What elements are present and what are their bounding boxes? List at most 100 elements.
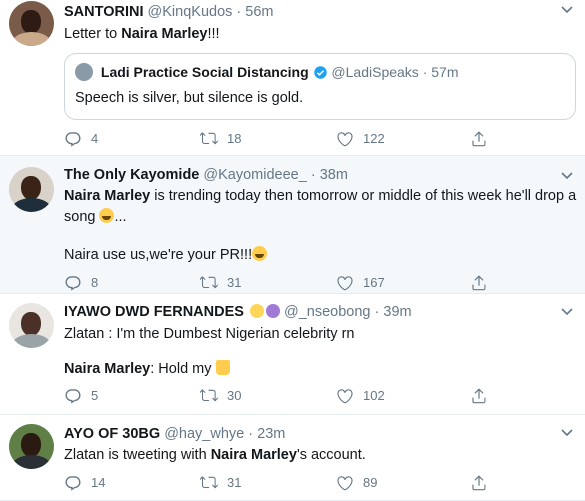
like-button[interactable]: 89: [336, 474, 377, 492]
retweet-count: 31: [227, 275, 242, 290]
like-icon: [336, 387, 354, 405]
tweet-text: Naira Marley is trending today then tomo…: [64, 186, 585, 266]
separator-dot: ·: [236, 4, 242, 20]
like-button[interactable]: 102: [336, 387, 385, 405]
highlighted-term: Naira Marley: [64, 361, 151, 377]
timestamp[interactable]: 39m: [383, 304, 411, 320]
quoted-timestamp: 57m: [431, 64, 459, 80]
retweet-icon: [200, 387, 218, 405]
verified-icon: [313, 66, 327, 79]
avatar[interactable]: [9, 1, 54, 46]
retweet-button[interactable]: 18: [200, 130, 241, 148]
like-count: 102: [363, 388, 385, 403]
tweet-text-segment: Zlatan : I'm the Dumbest Nigerian celebr…: [64, 326, 355, 342]
highlighted-term: Naira Marley: [121, 26, 208, 42]
retweet-count: 31: [227, 475, 242, 490]
reply-count: 14: [91, 475, 106, 490]
quoted-display-name: Ladi Practice Social Distancing: [100, 64, 309, 80]
reply-button[interactable]: 5: [64, 387, 98, 405]
quoted-handle: @LadiSpeaks: [331, 64, 419, 80]
tweet-text-segment: Letter to: [64, 26, 122, 42]
timestamp[interactable]: 56m: [245, 4, 273, 20]
quoted-avatar: [75, 63, 93, 81]
like-icon: [336, 130, 354, 148]
tweet-text-segment: Naira use us,we're your PR!!!: [64, 247, 253, 263]
chevron-down-icon[interactable]: [561, 308, 573, 320]
like-icon: [336, 474, 354, 492]
tweet[interactable]: SANTORINI @KinqKudos · 56m Letter to Nai…: [0, 0, 585, 156]
avatar[interactable]: [9, 303, 54, 348]
share-button[interactable]: [470, 130, 488, 148]
handle[interactable]: @Kayomideee_: [203, 167, 306, 183]
reply-button[interactable]: 8: [64, 274, 98, 292]
separator-dot: ·: [422, 64, 428, 80]
tweet-header: IYAWO DWD FERNANDES @_nseobong · 39m: [64, 294, 585, 322]
reply-button[interactable]: 14: [64, 474, 105, 492]
avatar[interactable]: [9, 424, 54, 469]
share-icon: [470, 130, 488, 148]
tweet[interactable]: The Only Kayomide @Kayomideee_ · 38m Nai…: [0, 156, 585, 294]
beer-emoji-icon: [215, 360, 230, 375]
separator-dot: ·: [248, 426, 254, 442]
tweet-text: Zlatan is tweeting with Naira Marley's a…: [64, 445, 585, 466]
share-button[interactable]: [470, 474, 488, 492]
tweet-text: Letter to Naira Marley!!!: [64, 24, 585, 45]
chevron-down-icon[interactable]: [561, 6, 573, 18]
tweet-header: SANTORINI @KinqKudos · 56m: [64, 0, 585, 22]
retweet-button[interactable]: 31: [200, 474, 241, 492]
retweet-button[interactable]: 30: [200, 387, 241, 405]
retweet-button[interactable]: 31: [200, 274, 241, 292]
handle[interactable]: @hay_whye: [164, 426, 244, 442]
display-name[interactable]: IYAWO DWD FERNANDES: [64, 304, 244, 320]
sun-emoji-icon: [249, 304, 264, 318]
like-button[interactable]: 167: [336, 274, 385, 292]
share-button[interactable]: [470, 387, 488, 405]
reply-button[interactable]: 4: [64, 130, 98, 148]
purple-heart-emoji-icon: [265, 304, 280, 318]
highlighted-term: Naira Marley: [64, 188, 151, 204]
like-count: 89: [363, 475, 378, 490]
tweet-text-segment: is trending today then tomorrow or middl…: [150, 188, 577, 204]
tweet-text-segment: !!!: [207, 26, 220, 42]
retweet-count: 30: [227, 388, 242, 403]
tears-of-joy-emoji-icon: [99, 208, 115, 223]
display-name[interactable]: AYO OF 30BG: [64, 426, 160, 442]
retweet-count: 18: [227, 131, 242, 146]
tweet-text-segment: ...: [114, 209, 127, 225]
retweet-icon: [200, 130, 218, 148]
tweet-text-segment: : Hold my: [150, 361, 212, 377]
retweet-icon: [200, 274, 218, 292]
display-name[interactable]: The Only Kayomide: [64, 167, 199, 183]
chevron-down-icon[interactable]: [561, 429, 573, 441]
chevron-down-icon[interactable]: [561, 172, 573, 184]
reply-icon: [64, 474, 82, 492]
action-bar: 8 31 167: [64, 274, 585, 294]
display-name[interactable]: SANTORINI: [64, 4, 144, 20]
reply-icon: [64, 130, 82, 148]
tears-of-joy-emoji-icon: [252, 246, 268, 261]
tweet-header: AYO OF 30BG @hay_whye · 23m: [64, 415, 585, 444]
reply-count: 8: [91, 275, 99, 290]
like-button[interactable]: 122: [336, 130, 385, 148]
share-button[interactable]: [470, 274, 488, 292]
timestamp[interactable]: 38m: [320, 167, 348, 183]
quoted-tweet[interactable]: Ladi Practice Social Distancing @LadiSpe…: [64, 53, 576, 120]
share-icon: [470, 474, 488, 492]
quoted-text: Speech is silver, but silence is gold.: [75, 90, 304, 106]
tweet-header: The Only Kayomide @Kayomideee_ · 38m: [64, 156, 585, 185]
tweet-text-segment: song: [64, 209, 96, 225]
action-bar: 5 30 102: [64, 387, 585, 407]
avatar[interactable]: [9, 167, 54, 212]
share-icon: [470, 274, 488, 292]
tweet-feed: SANTORINI @KinqKudos · 56m Letter to Nai…: [0, 0, 585, 501]
highlighted-term: Naira Marley: [210, 447, 297, 463]
tweet[interactable]: AYO OF 30BG @hay_whye · 23m Zlatan is tw…: [0, 415, 585, 501]
handle[interactable]: @_nseobong: [284, 304, 370, 320]
tweet-text: Zlatan : I'm the Dumbest Nigerian celebr…: [64, 324, 585, 380]
separator-dot: ·: [374, 304, 380, 320]
reply-icon: [64, 387, 82, 405]
handle[interactable]: @KinqKudos: [148, 4, 233, 20]
share-icon: [470, 387, 488, 405]
tweet[interactable]: IYAWO DWD FERNANDES @_nseobong · 39m Zla…: [0, 294, 585, 415]
timestamp[interactable]: 23m: [257, 426, 285, 442]
